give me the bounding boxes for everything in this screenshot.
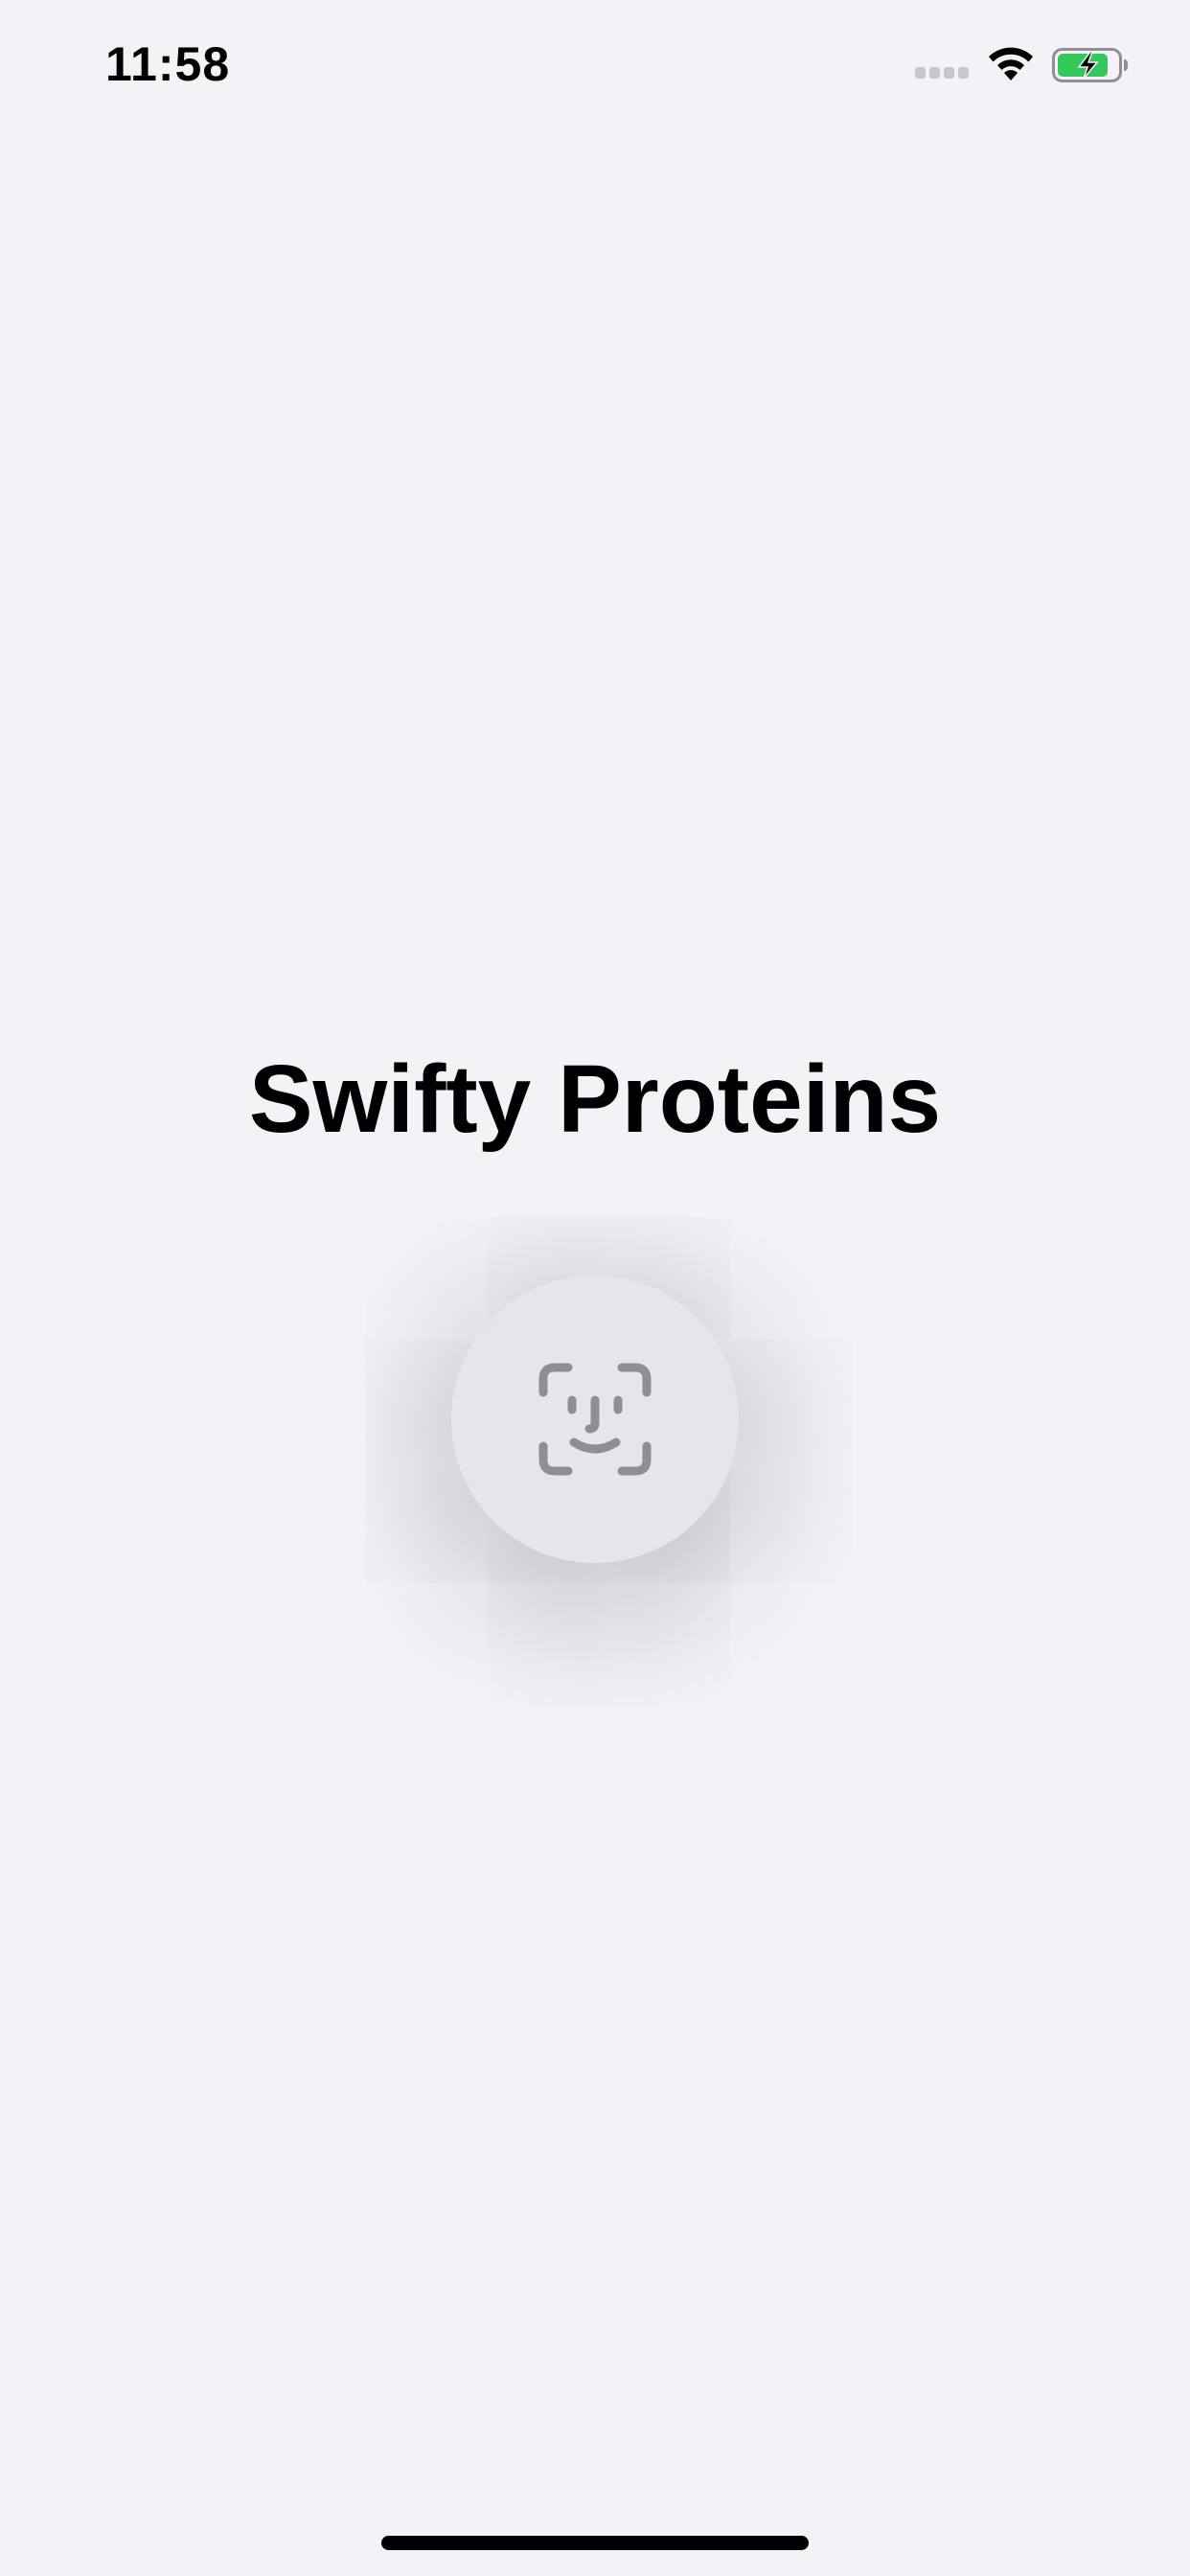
status-bar: 11:58 [0,0,1190,134]
battery-charging-icon [1052,48,1128,82]
app-title: Swifty Proteins [248,1046,942,1153]
status-time: 11:58 [105,37,231,91]
face-id-icon [538,1363,652,1476]
wifi-icon [989,47,1033,80]
home-indicator[interactable] [381,2536,809,2550]
cellular-signal-icon [915,67,973,80]
face-id-button[interactable] [451,1276,739,1563]
app-screen: 11:58 Swifty Proteins [0,0,1190,2576]
